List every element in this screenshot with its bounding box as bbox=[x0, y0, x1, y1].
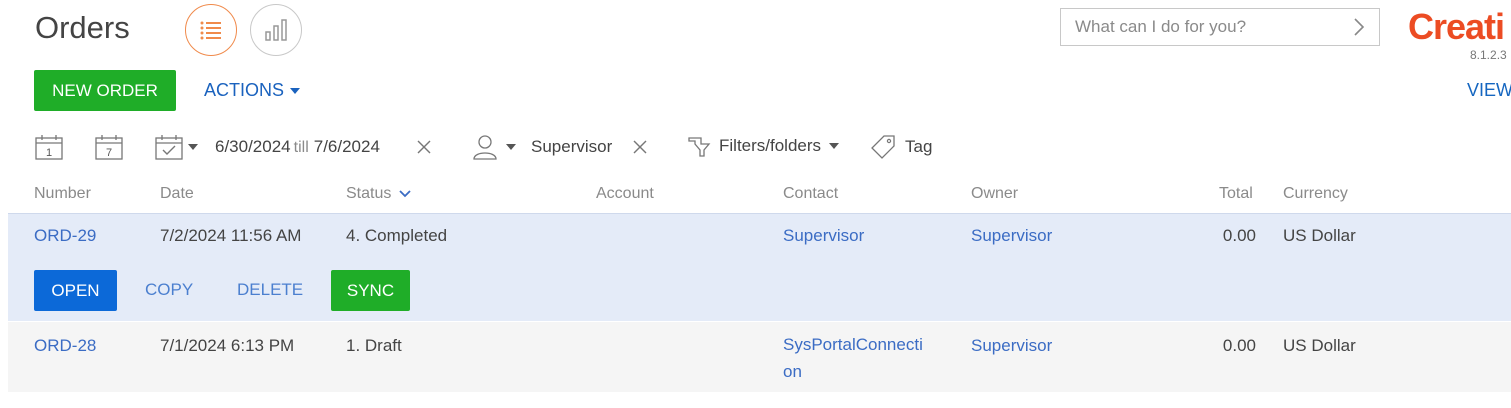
calendar-day-icon: 1 bbox=[35, 135, 63, 160]
order-status: 1. Draft bbox=[346, 336, 402, 355]
filters-folders-dropdown[interactable]: Filters/folders bbox=[687, 134, 840, 158]
caret-down-icon bbox=[188, 144, 198, 150]
page-title: Orders bbox=[35, 10, 130, 45]
order-status: 4. Completed bbox=[346, 226, 448, 245]
creatio-logo: Creati bbox=[1408, 6, 1505, 47]
till-label: till bbox=[293, 139, 309, 156]
copy-button[interactable]: COPY bbox=[145, 280, 193, 300]
sync-button[interactable]: SYNC bbox=[331, 270, 410, 311]
column-header-date[interactable]: Date bbox=[160, 185, 194, 203]
table-row[interactable] bbox=[8, 322, 1511, 392]
owner-filter-value: Supervisor bbox=[531, 137, 613, 156]
caret-down-icon bbox=[829, 143, 840, 149]
order-date: 7/1/2024 6:13 PM bbox=[160, 336, 295, 355]
week-filter-button[interactable]: 7 bbox=[94, 133, 124, 166]
order-number-link[interactable]: ORD-29 bbox=[34, 226, 96, 246]
date-from: 6/30/2024 bbox=[215, 137, 291, 156]
command-search[interactable] bbox=[1060, 8, 1380, 46]
column-header-owner[interactable]: Owner bbox=[971, 185, 1018, 203]
clear-date-button[interactable] bbox=[416, 139, 432, 160]
order-currency: US Dollar bbox=[1283, 336, 1356, 355]
contact-link[interactable]: SysPortalConnecti on bbox=[783, 331, 923, 385]
day-filter-button[interactable]: 1 bbox=[34, 133, 64, 166]
actions-label: ACTIONS bbox=[204, 80, 285, 100]
contact-line: on bbox=[783, 362, 802, 381]
column-header-account[interactable]: Account bbox=[596, 185, 654, 203]
new-order-button[interactable]: NEW ORDER bbox=[34, 70, 176, 111]
filter-folder-icon bbox=[688, 137, 711, 157]
column-header-currency[interactable]: Currency bbox=[1283, 185, 1348, 203]
tag-label: Tag bbox=[905, 137, 933, 156]
svg-text:1: 1 bbox=[46, 147, 52, 159]
tag-filter-button[interactable]: Tag bbox=[870, 134, 932, 160]
actions-menu[interactable]: ACTIONS bbox=[204, 80, 301, 101]
calendar-week-icon: 7 bbox=[95, 135, 123, 160]
date-range[interactable]: 6/30/2024 till 7/6/2024 bbox=[215, 137, 380, 157]
date-to: 7/6/2024 bbox=[313, 137, 380, 156]
filters-folders-label: Filters/folders bbox=[719, 136, 822, 155]
delete-button[interactable]: DELETE bbox=[237, 280, 303, 300]
owner-link[interactable]: Supervisor bbox=[971, 226, 1052, 246]
user-icon bbox=[473, 135, 497, 160]
column-header-total[interactable]: Total bbox=[1219, 185, 1253, 203]
sort-descending-icon bbox=[399, 190, 411, 198]
close-icon bbox=[417, 140, 431, 154]
owner-filter-dropdown[interactable] bbox=[472, 134, 516, 160]
period-filter-dropdown[interactable] bbox=[154, 133, 198, 161]
order-number-link[interactable]: ORD-28 bbox=[34, 336, 96, 356]
tag-icon bbox=[871, 135, 895, 159]
order-total: 0.00 bbox=[1222, 226, 1256, 245]
contact-line: SysPortalConnecti bbox=[783, 335, 923, 354]
list-icon bbox=[200, 21, 221, 40]
order-currency: US Dollar bbox=[1283, 226, 1356, 245]
list-view-button[interactable] bbox=[185, 4, 237, 56]
version-label: 8.1.2.3 bbox=[1470, 48, 1507, 62]
clear-owner-button[interactable] bbox=[632, 139, 648, 160]
view-menu-link[interactable]: VIEW bbox=[1467, 80, 1511, 101]
column-header-status-label: Status bbox=[346, 185, 392, 202]
owner-link[interactable]: Supervisor bbox=[971, 336, 1052, 356]
order-date: 7/2/2024 11:56 AM bbox=[160, 226, 302, 245]
order-total: 0.00 bbox=[1222, 336, 1256, 355]
svg-text:7: 7 bbox=[106, 147, 112, 159]
close-icon bbox=[633, 140, 647, 154]
contact-link[interactable]: Supervisor bbox=[783, 226, 864, 246]
column-header-number[interactable]: Number bbox=[34, 185, 91, 203]
calendar-check-icon bbox=[155, 135, 183, 160]
bar-chart-icon bbox=[265, 19, 287, 41]
open-button[interactable]: OPEN bbox=[34, 270, 117, 311]
column-header-contact[interactable]: Contact bbox=[783, 185, 838, 203]
caret-down-icon bbox=[506, 144, 516, 150]
column-header-status[interactable]: Status bbox=[346, 185, 411, 203]
chevron-right-icon[interactable] bbox=[1353, 17, 1365, 37]
analytics-view-button[interactable] bbox=[250, 4, 302, 56]
caret-down-icon bbox=[290, 87, 301, 94]
search-input[interactable] bbox=[1075, 17, 1335, 37]
